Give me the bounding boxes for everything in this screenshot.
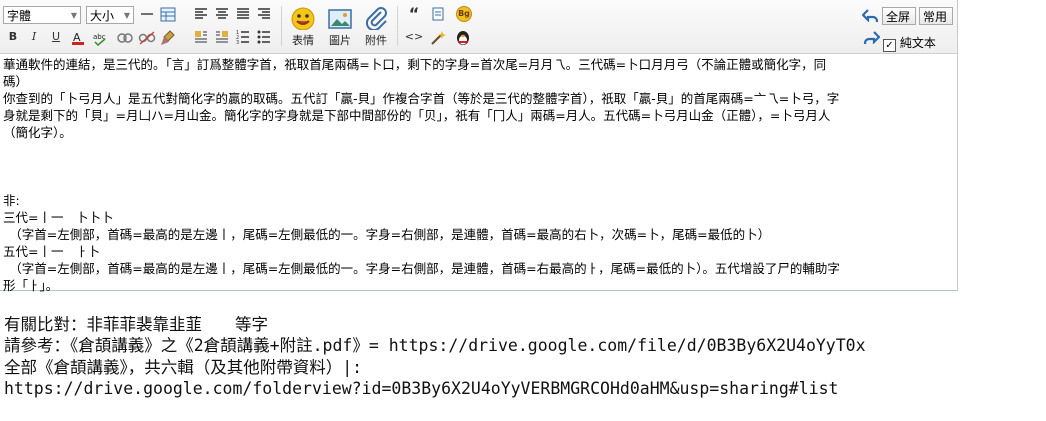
chevron-down-icon: ▼ [70,11,77,20]
insert-image-button[interactable]: 圖片 [325,6,355,48]
content-line: 身就是剩下的「貝」=月凵ハ=月山金。簡化字的字身就是下部中間部份的「贝」，祇有「… [3,108,831,123]
magic-wand-icon[interactable] [430,30,446,45]
content-line: （字首=左側部，首碼=最高的是左邊丨，尾碼=左側最低的一。字身=右側部，是連體，… [3,261,840,276]
plaintext-toggle[interactable]: ✓ 純文本 [883,35,936,52]
bg-badge-label: Bg [458,9,470,18]
horizontal-rule-icon[interactable] [139,7,155,21]
text-line: https://drive.google.com/folderview?id=0… [4,379,839,398]
svg-text:3: 3 [236,40,239,44]
emoticon-label: 表情 [292,34,314,47]
editor-content[interactable]: 華通軟件的連結，是三代的。「言」訂爲整體字首，祇取首尾兩碼=卜口，剩下的字身=首… [3,56,953,294]
ordered-list-icon[interactable]: 123 [235,30,251,46]
content-line: 五代=丨一 ㅏ卜 [3,244,100,259]
content-line [3,175,953,192]
float-right-icon[interactable] [214,30,230,44]
font-color-icon[interactable]: A [70,30,86,45]
clear-format-brush-icon[interactable] [160,30,176,45]
font-family-select[interactable]: 字體 ▼ [3,6,81,24]
content-line: （字首=左側部，首碼=最高的是左邊丨，尾碼=左側最低的一。字身=右側部，是連體，… [3,227,771,242]
smiley-icon [291,7,315,30]
text-line: 有關比對：非菲菲裴靠韭韮 等字 [4,314,268,334]
plaintext-label: 純文本 [899,36,936,50]
text-line: 請參考：《倉頡講義》之《2倉頡講義+附註.pdf》= https://drive… [4,336,866,355]
font-family-value: 字體 [7,9,32,23]
font-size-value: 大小 [90,9,115,23]
link-icon[interactable] [116,30,133,44]
redo-icon[interactable] [862,30,881,49]
italic-button[interactable]: I [26,30,42,44]
content-line: 三代=丨一 卜卜卜 [3,210,114,225]
background-color-button[interactable]: Bg [455,6,473,22]
attachment-button[interactable]: 附件 [361,6,391,48]
plaintext-checkbox[interactable]: ✓ [883,39,896,52]
reply-text-block: 有關比對：非菲菲裴靠韭韮 等字請參考：《倉頡講義》之《2倉頡講義+附註.pdf》… [4,292,1044,421]
align-left-icon[interactable] [193,7,209,21]
float-left-icon[interactable] [193,30,209,44]
page-icon[interactable] [430,7,446,21]
rich-text-editor: 字體 ▼ 大小 ▼ B I U A abc 1 2 3 表情 圖片 附件 “ B… [0,0,958,294]
chevron-down-icon: ▼ [123,11,130,20]
align-center-icon[interactable] [214,7,230,21]
content-line: 華通軟件的連結，是三代的。「言」訂爲整體字首，祇取首尾兩碼=卜口，剩下的字身=首… [3,57,827,72]
image-label: 圖片 [329,34,351,47]
content-line: 你查到的「卜弓月人」是五代對簡化字的贏的取碼。五代訂「贏-貝」作複合字首（等於是… [3,91,840,106]
content-line [3,141,953,158]
emoticon-button[interactable]: 表情 [288,6,318,48]
qq-penguin-icon[interactable] [455,29,471,45]
content-line: 碼） [3,74,29,89]
underline-button[interactable]: U [48,30,64,44]
common-button[interactable]: 常用 [919,7,953,25]
content-line: 非: [3,193,20,208]
unlink-icon[interactable] [138,30,156,45]
spellcheck-icon[interactable]: abc [92,30,108,47]
toolbar-divider [397,6,398,46]
unordered-list-icon[interactable] [256,30,272,44]
text-line: 全部《倉頡講義》，共六輯（及其他附帶資料）|: [4,357,363,377]
toolbar-divider [281,6,282,46]
align-justify-icon[interactable] [235,7,251,21]
attach-label: 附件 [365,34,387,47]
editor-toolbar: 字體 ▼ 大小 ▼ B I U A abc 1 2 3 表情 圖片 附件 “ B… [0,0,957,54]
align-right-icon[interactable] [256,7,272,21]
image-icon [328,9,352,29]
code-button[interactable]: <> [404,30,424,44]
quote-button[interactable]: “ [406,6,422,22]
font-size-select[interactable]: 大小 ▼ [86,6,134,24]
bold-button[interactable]: B [5,30,21,44]
undo-icon[interactable] [861,8,880,27]
content-line: （簡化字）。 [3,125,72,140]
fullscreen-button[interactable]: 全屏 [882,7,916,25]
content-line [3,158,953,175]
paperclip-icon [365,7,387,30]
table-icon[interactable] [160,7,176,22]
